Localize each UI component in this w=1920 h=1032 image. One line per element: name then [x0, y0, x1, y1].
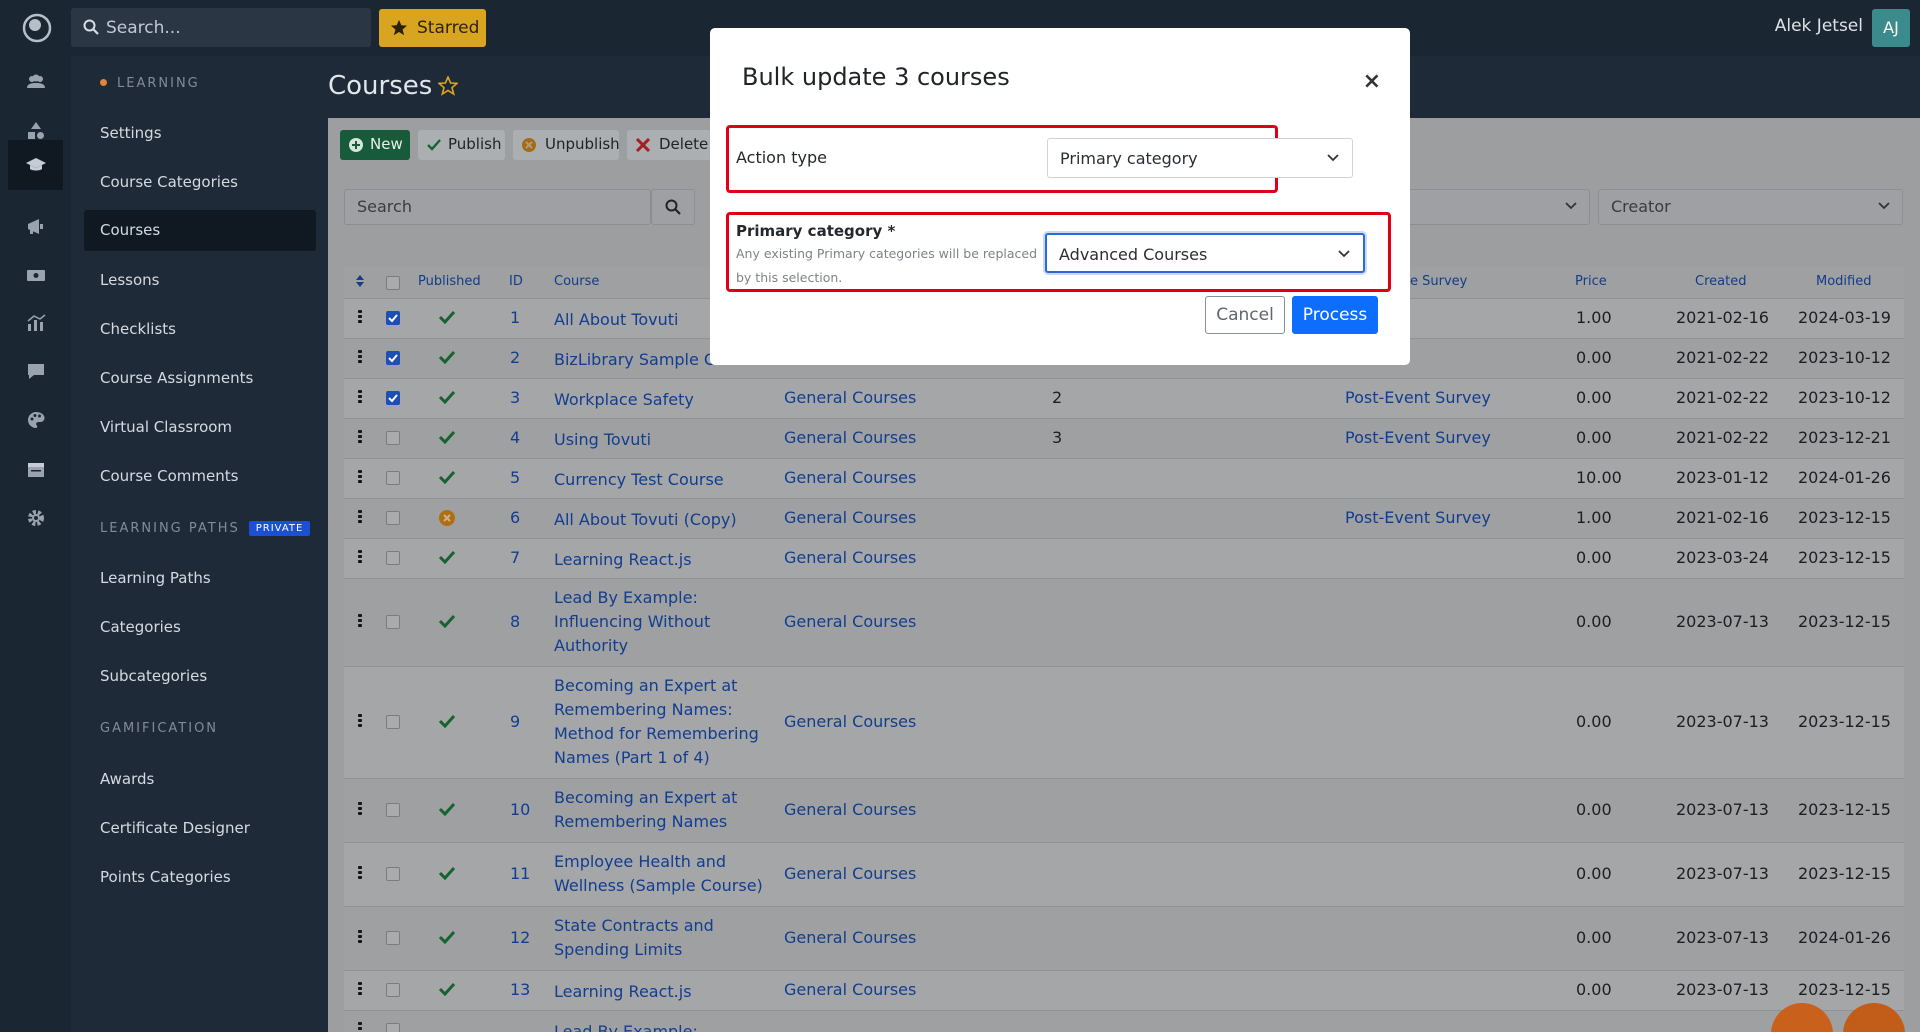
primary-category-help: Any existing Primary categories will be … — [736, 246, 1038, 285]
action-type-select[interactable]: Primary category — [1047, 138, 1353, 178]
action-type-value: Primary category — [1060, 149, 1198, 168]
primary-category-select[interactable]: Advanced Courses — [1045, 233, 1365, 273]
primary-category-value: Advanced Courses — [1059, 245, 1208, 264]
cancel-button[interactable]: Cancel — [1205, 296, 1285, 334]
chevron-down-icon — [1327, 154, 1339, 162]
primary-category-label: Primary category * — [736, 222, 896, 240]
action-type-label: Action type — [736, 148, 827, 167]
close-icon[interactable]: × — [1363, 69, 1381, 94]
bulk-update-modal: Bulk update 3 courses × Action type Prim… — [710, 28, 1410, 365]
chevron-down-icon — [1338, 250, 1350, 258]
modal-title: Bulk update 3 courses — [742, 63, 1010, 91]
process-button[interactable]: Process — [1292, 296, 1378, 334]
